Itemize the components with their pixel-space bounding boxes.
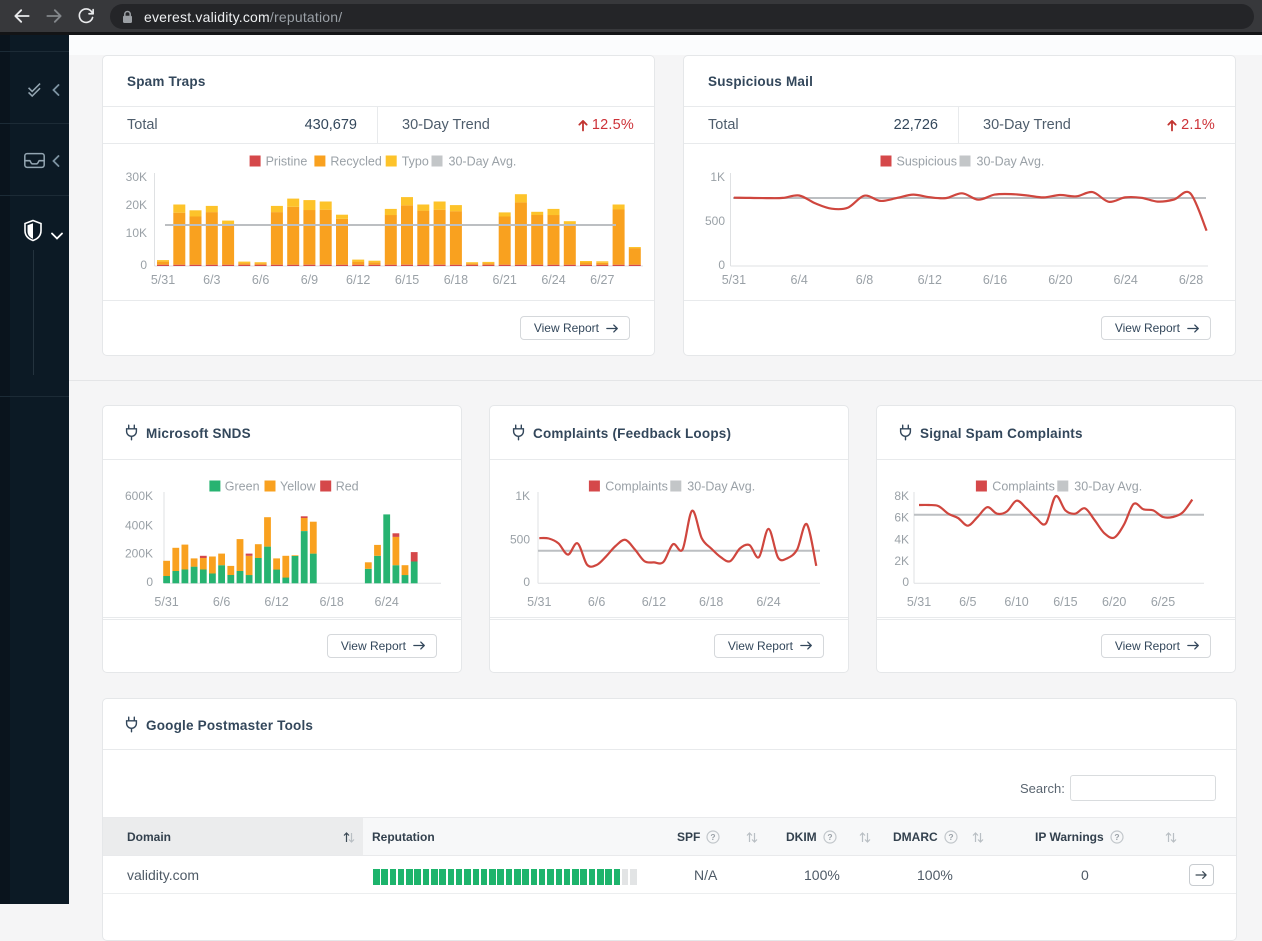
svg-text:500: 500	[705, 214, 725, 228]
svg-text:6/9: 6/9	[301, 273, 318, 287]
svg-text:6/12: 6/12	[264, 595, 288, 609]
svg-text:6/24: 6/24	[756, 595, 780, 609]
svg-text:0: 0	[523, 575, 530, 589]
svg-text:5/31: 5/31	[151, 273, 175, 287]
svg-text:Complaints: Complaints	[605, 479, 668, 493]
svg-text:6/24: 6/24	[1114, 273, 1138, 287]
svg-text:6/25: 6/25	[1151, 595, 1175, 609]
svg-text:400K: 400K	[125, 518, 153, 532]
svg-text:6/6: 6/6	[588, 595, 605, 609]
svg-text:0: 0	[902, 575, 909, 589]
svg-text:Yellow: Yellow	[280, 479, 317, 493]
svg-text:8K: 8K	[894, 489, 909, 503]
svg-text:6/12: 6/12	[346, 273, 370, 287]
svg-text:Green: Green	[225, 479, 260, 493]
svg-text:10K: 10K	[126, 226, 147, 240]
svg-text:5/31: 5/31	[527, 595, 551, 609]
svg-text:?: ?	[1114, 832, 1119, 842]
svg-text:6/12: 6/12	[918, 273, 942, 287]
svg-text:6/5: 6/5	[959, 595, 976, 609]
svg-text:30-Day Avg.: 30-Day Avg.	[449, 155, 517, 169]
svg-text:6/20: 6/20	[1102, 595, 1126, 609]
svg-text:30-Day Avg.: 30-Day Avg.	[977, 155, 1045, 169]
svg-text:6/10: 6/10	[1004, 595, 1028, 609]
svg-text:6/24: 6/24	[375, 595, 399, 609]
svg-text:30-Day Avg.: 30-Day Avg.	[1074, 479, 1142, 493]
svg-text:6/15: 6/15	[395, 273, 419, 287]
svg-text:5/31: 5/31	[722, 273, 746, 287]
svg-text:2K: 2K	[894, 554, 909, 568]
svg-text:0: 0	[140, 258, 147, 272]
svg-text:5/31: 5/31	[154, 595, 178, 609]
svg-text:1K: 1K	[710, 170, 725, 184]
svg-text:?: ?	[827, 832, 832, 842]
svg-text:Typo: Typo	[402, 155, 429, 169]
svg-text:6/12: 6/12	[642, 595, 666, 609]
svg-text:6/15: 6/15	[1053, 595, 1077, 609]
svg-text:6/3: 6/3	[203, 273, 220, 287]
svg-text:500: 500	[510, 532, 530, 546]
svg-text:6/24: 6/24	[541, 273, 565, 287]
svg-text:6/6: 6/6	[252, 273, 269, 287]
svg-text:Pristine: Pristine	[266, 155, 308, 169]
svg-text:Complaints: Complaints	[992, 479, 1055, 493]
svg-text:Red: Red	[336, 479, 359, 493]
svg-text:6/16: 6/16	[983, 273, 1007, 287]
svg-text:1K: 1K	[515, 489, 530, 503]
svg-text:6/21: 6/21	[493, 273, 517, 287]
svg-text:4K: 4K	[894, 532, 909, 546]
svg-text:6/18: 6/18	[444, 273, 468, 287]
svg-text:6/18: 6/18	[320, 595, 344, 609]
svg-text:30K: 30K	[126, 170, 147, 184]
svg-text:30-Day Avg.: 30-Day Avg.	[687, 479, 755, 493]
svg-text:20K: 20K	[126, 198, 147, 212]
svg-text:6/18: 6/18	[699, 595, 723, 609]
svg-text:Suspicious: Suspicious	[897, 155, 957, 169]
svg-text:?: ?	[948, 832, 953, 842]
svg-text:6/27: 6/27	[590, 273, 614, 287]
svg-text:6/8: 6/8	[856, 273, 873, 287]
svg-text:6/6: 6/6	[213, 595, 230, 609]
svg-text:Recycled: Recycled	[330, 155, 381, 169]
svg-text:200K: 200K	[125, 546, 153, 560]
svg-text:6/4: 6/4	[791, 273, 808, 287]
svg-text:5/31: 5/31	[907, 595, 931, 609]
svg-text:6K: 6K	[894, 510, 909, 524]
svg-text:6/20: 6/20	[1048, 273, 1072, 287]
svg-text:0: 0	[718, 258, 725, 272]
svg-text:600K: 600K	[125, 489, 153, 503]
svg-text:?: ?	[711, 832, 716, 842]
svg-text:6/28: 6/28	[1179, 273, 1203, 287]
svg-text:0: 0	[146, 575, 153, 589]
